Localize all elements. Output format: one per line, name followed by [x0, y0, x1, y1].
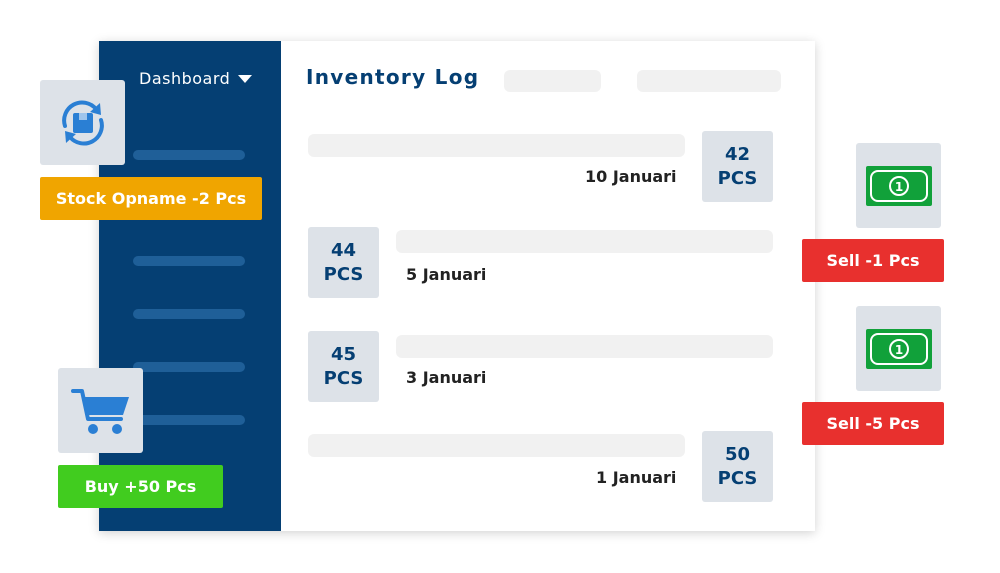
entry-placeholder	[308, 134, 685, 157]
header-placeholder	[637, 70, 781, 92]
stage: Dashboard Inventory Log 10 Januari 42 PC…	[0, 0, 1000, 573]
stock-opname-badge: Stock Opname -2 Pcs	[40, 177, 262, 220]
entry-placeholder	[308, 434, 685, 457]
sidebar-item[interactable]	[133, 362, 245, 372]
svg-text:1: 1	[894, 343, 902, 357]
svg-text:1: 1	[894, 180, 902, 194]
box-sync-icon	[61, 99, 104, 146]
stock-opname-tile	[40, 80, 125, 165]
sidebar-item[interactable]	[133, 150, 245, 160]
entry-date: 3 Januari	[406, 368, 487, 387]
entry-date: 5 Januari	[406, 265, 487, 284]
shopping-cart-icon	[70, 388, 129, 434]
sell-tile: 1	[856, 306, 941, 391]
sell-badge: Sell -5 Pcs	[802, 402, 944, 445]
quantity-badge: 50 PCS	[702, 431, 773, 502]
sidebar: Dashboard	[99, 41, 281, 531]
page-title: Inventory Log	[306, 65, 480, 89]
quantity-unit: PCS	[323, 367, 364, 389]
dashboard-label: Dashboard	[139, 69, 231, 88]
sell-tile: 1	[856, 143, 941, 228]
sidebar-item[interactable]	[133, 415, 245, 425]
quantity-badge: 44 PCS	[308, 227, 379, 298]
quantity-value: 45	[330, 343, 357, 365]
banknote-icon: 1	[865, 328, 932, 369]
header-placeholder	[504, 70, 601, 92]
entry-placeholder	[396, 230, 773, 253]
banknote-icon: 1	[865, 165, 932, 206]
app-window: Dashboard Inventory Log 10 Januari 42 PC…	[99, 41, 815, 531]
buy-tile	[58, 368, 143, 453]
caret-down-icon	[238, 74, 253, 83]
quantity-badge: 42 PCS	[702, 131, 773, 202]
quantity-value: 50	[724, 443, 751, 465]
buy-badge: Buy +50 Pcs	[58, 465, 223, 508]
quantity-unit: PCS	[323, 263, 364, 285]
dashboard-dropdown[interactable]: Dashboard	[139, 69, 253, 88]
quantity-value: 44	[330, 239, 357, 261]
entry-date: 1 Januari	[596, 468, 677, 487]
quantity-badge: 45 PCS	[308, 331, 379, 402]
quantity-unit: PCS	[717, 467, 758, 489]
sell-badge: Sell -1 Pcs	[802, 239, 944, 282]
sidebar-item[interactable]	[133, 309, 245, 319]
quantity-value: 42	[724, 143, 751, 165]
entry-date: 10 Januari	[585, 167, 677, 186]
entry-placeholder	[396, 335, 773, 358]
quantity-unit: PCS	[717, 167, 758, 189]
sidebar-item[interactable]	[133, 256, 245, 266]
